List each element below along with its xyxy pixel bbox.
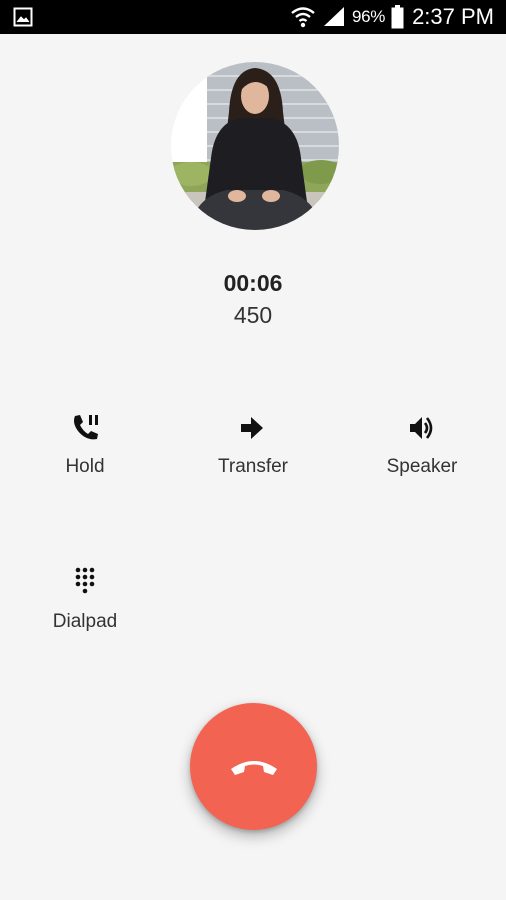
transfer-button[interactable]: Transfer: [193, 411, 313, 478]
dialpad-label: Dialpad: [52, 611, 118, 632]
call-end-icon: [230, 760, 277, 775]
status-bar: 96% 2:37 PM: [0, 0, 506, 34]
end-call-button[interactable]: [190, 703, 317, 830]
status-time: 2:37 PM: [412, 4, 494, 29]
caller-number: 450: [233, 302, 273, 328]
call-duration: 00:06: [223, 270, 283, 296]
dialpad-button[interactable]: Dialpad: [25, 566, 145, 633]
battery-icon: [391, 5, 404, 29]
speaker-icon: [410, 417, 433, 439]
dialpad-icon: [75, 567, 95, 594]
status-right: 96% 2:37 PM: [284, 0, 494, 34]
battery-percent: 96%: [351, 7, 386, 26]
speaker-label: Speaker: [386, 456, 458, 477]
caller-avatar: [171, 62, 339, 230]
phone-paused-icon: [74, 415, 98, 440]
gallery-icon: [13, 7, 33, 27]
transfer-label: Transfer: [217, 456, 289, 477]
hold-label: Hold: [65, 456, 105, 477]
wifi-icon: [291, 7, 315, 28]
signal-icon: [323, 7, 344, 26]
speaker-button[interactable]: Speaker: [362, 411, 482, 478]
arrow-forward-icon: [241, 417, 263, 439]
hold-button[interactable]: Hold: [25, 411, 145, 478]
